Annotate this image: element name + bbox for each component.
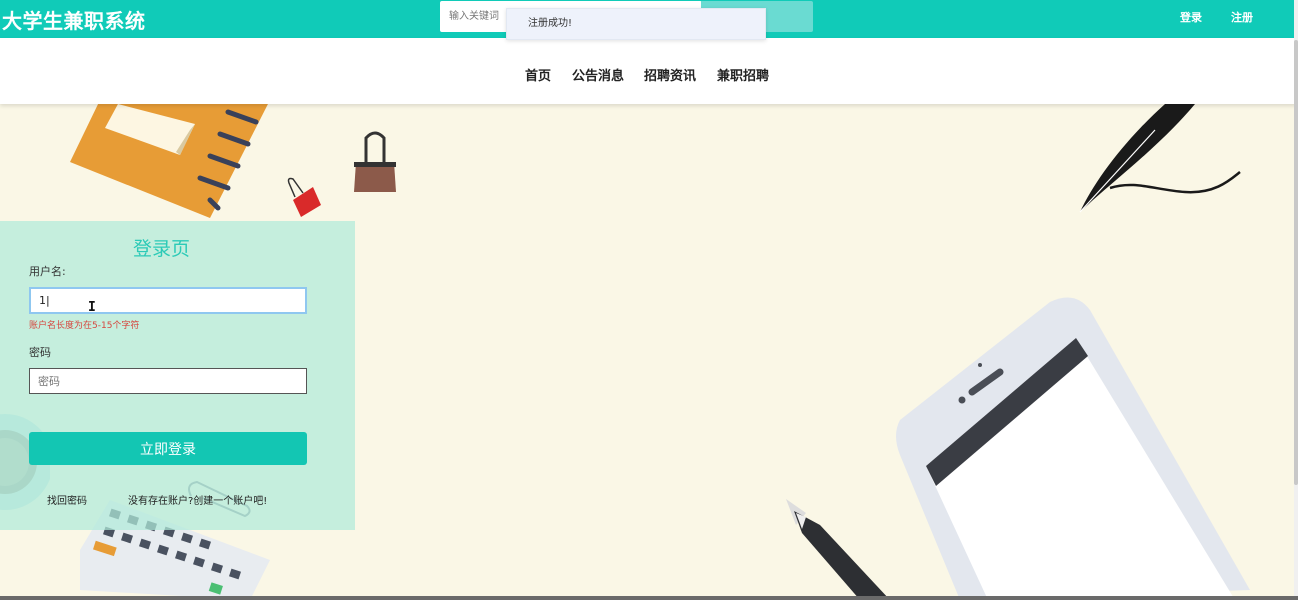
password-label: 密码 xyxy=(29,346,51,359)
login-link[interactable]: 登录 xyxy=(1180,9,1202,25)
create-account-link[interactable]: 没有存在账户?创建一个账户吧! xyxy=(128,492,267,507)
feather-pen-icon xyxy=(1079,104,1241,213)
smartphone-illustration xyxy=(896,297,1250,600)
password-input[interactable] xyxy=(29,368,307,394)
top-header-bar: 大学生兼职系统 注册成功! 登录 注册 xyxy=(0,0,1298,40)
scrollbar-thumb[interactable] xyxy=(1294,40,1298,485)
username-error-message: 账户名长度为在5-15个字符 xyxy=(29,321,140,331)
nav-item-home[interactable]: 首页 xyxy=(525,65,551,84)
forgot-password-link[interactable]: 找回密码 xyxy=(47,492,87,507)
username-input[interactable] xyxy=(29,287,307,314)
login-panel: 登录页 用户名: I 账户名长度为在5-15个字符 密码 立即登录 找回密码 没… xyxy=(0,221,355,530)
main-nav: 首页 公告消息 招聘资讯 兼职招聘 xyxy=(0,38,1298,104)
notebook-illustration xyxy=(70,100,270,218)
login-submit-button[interactable]: 立即登录 xyxy=(29,432,307,465)
nav-item-part-time-jobs[interactable]: 兼职招聘 xyxy=(717,65,769,84)
login-title: 登录页 xyxy=(132,238,190,260)
pen-illustration xyxy=(786,499,890,600)
site-title: 大学生兼职系统 xyxy=(2,9,146,33)
nav-item-job-news[interactable]: 招聘资讯 xyxy=(644,65,696,84)
register-link[interactable]: 注册 xyxy=(1231,9,1253,25)
bottom-edge-bar xyxy=(0,596,1298,600)
success-toast: 注册成功! xyxy=(506,8,766,40)
binder-clip-icon xyxy=(354,131,396,192)
red-binder-clip-icon xyxy=(287,177,321,217)
text-cursor-icon: I xyxy=(88,300,96,315)
username-label: 用户名: xyxy=(29,265,66,278)
nav-item-announcements[interactable]: 公告消息 xyxy=(572,65,624,84)
